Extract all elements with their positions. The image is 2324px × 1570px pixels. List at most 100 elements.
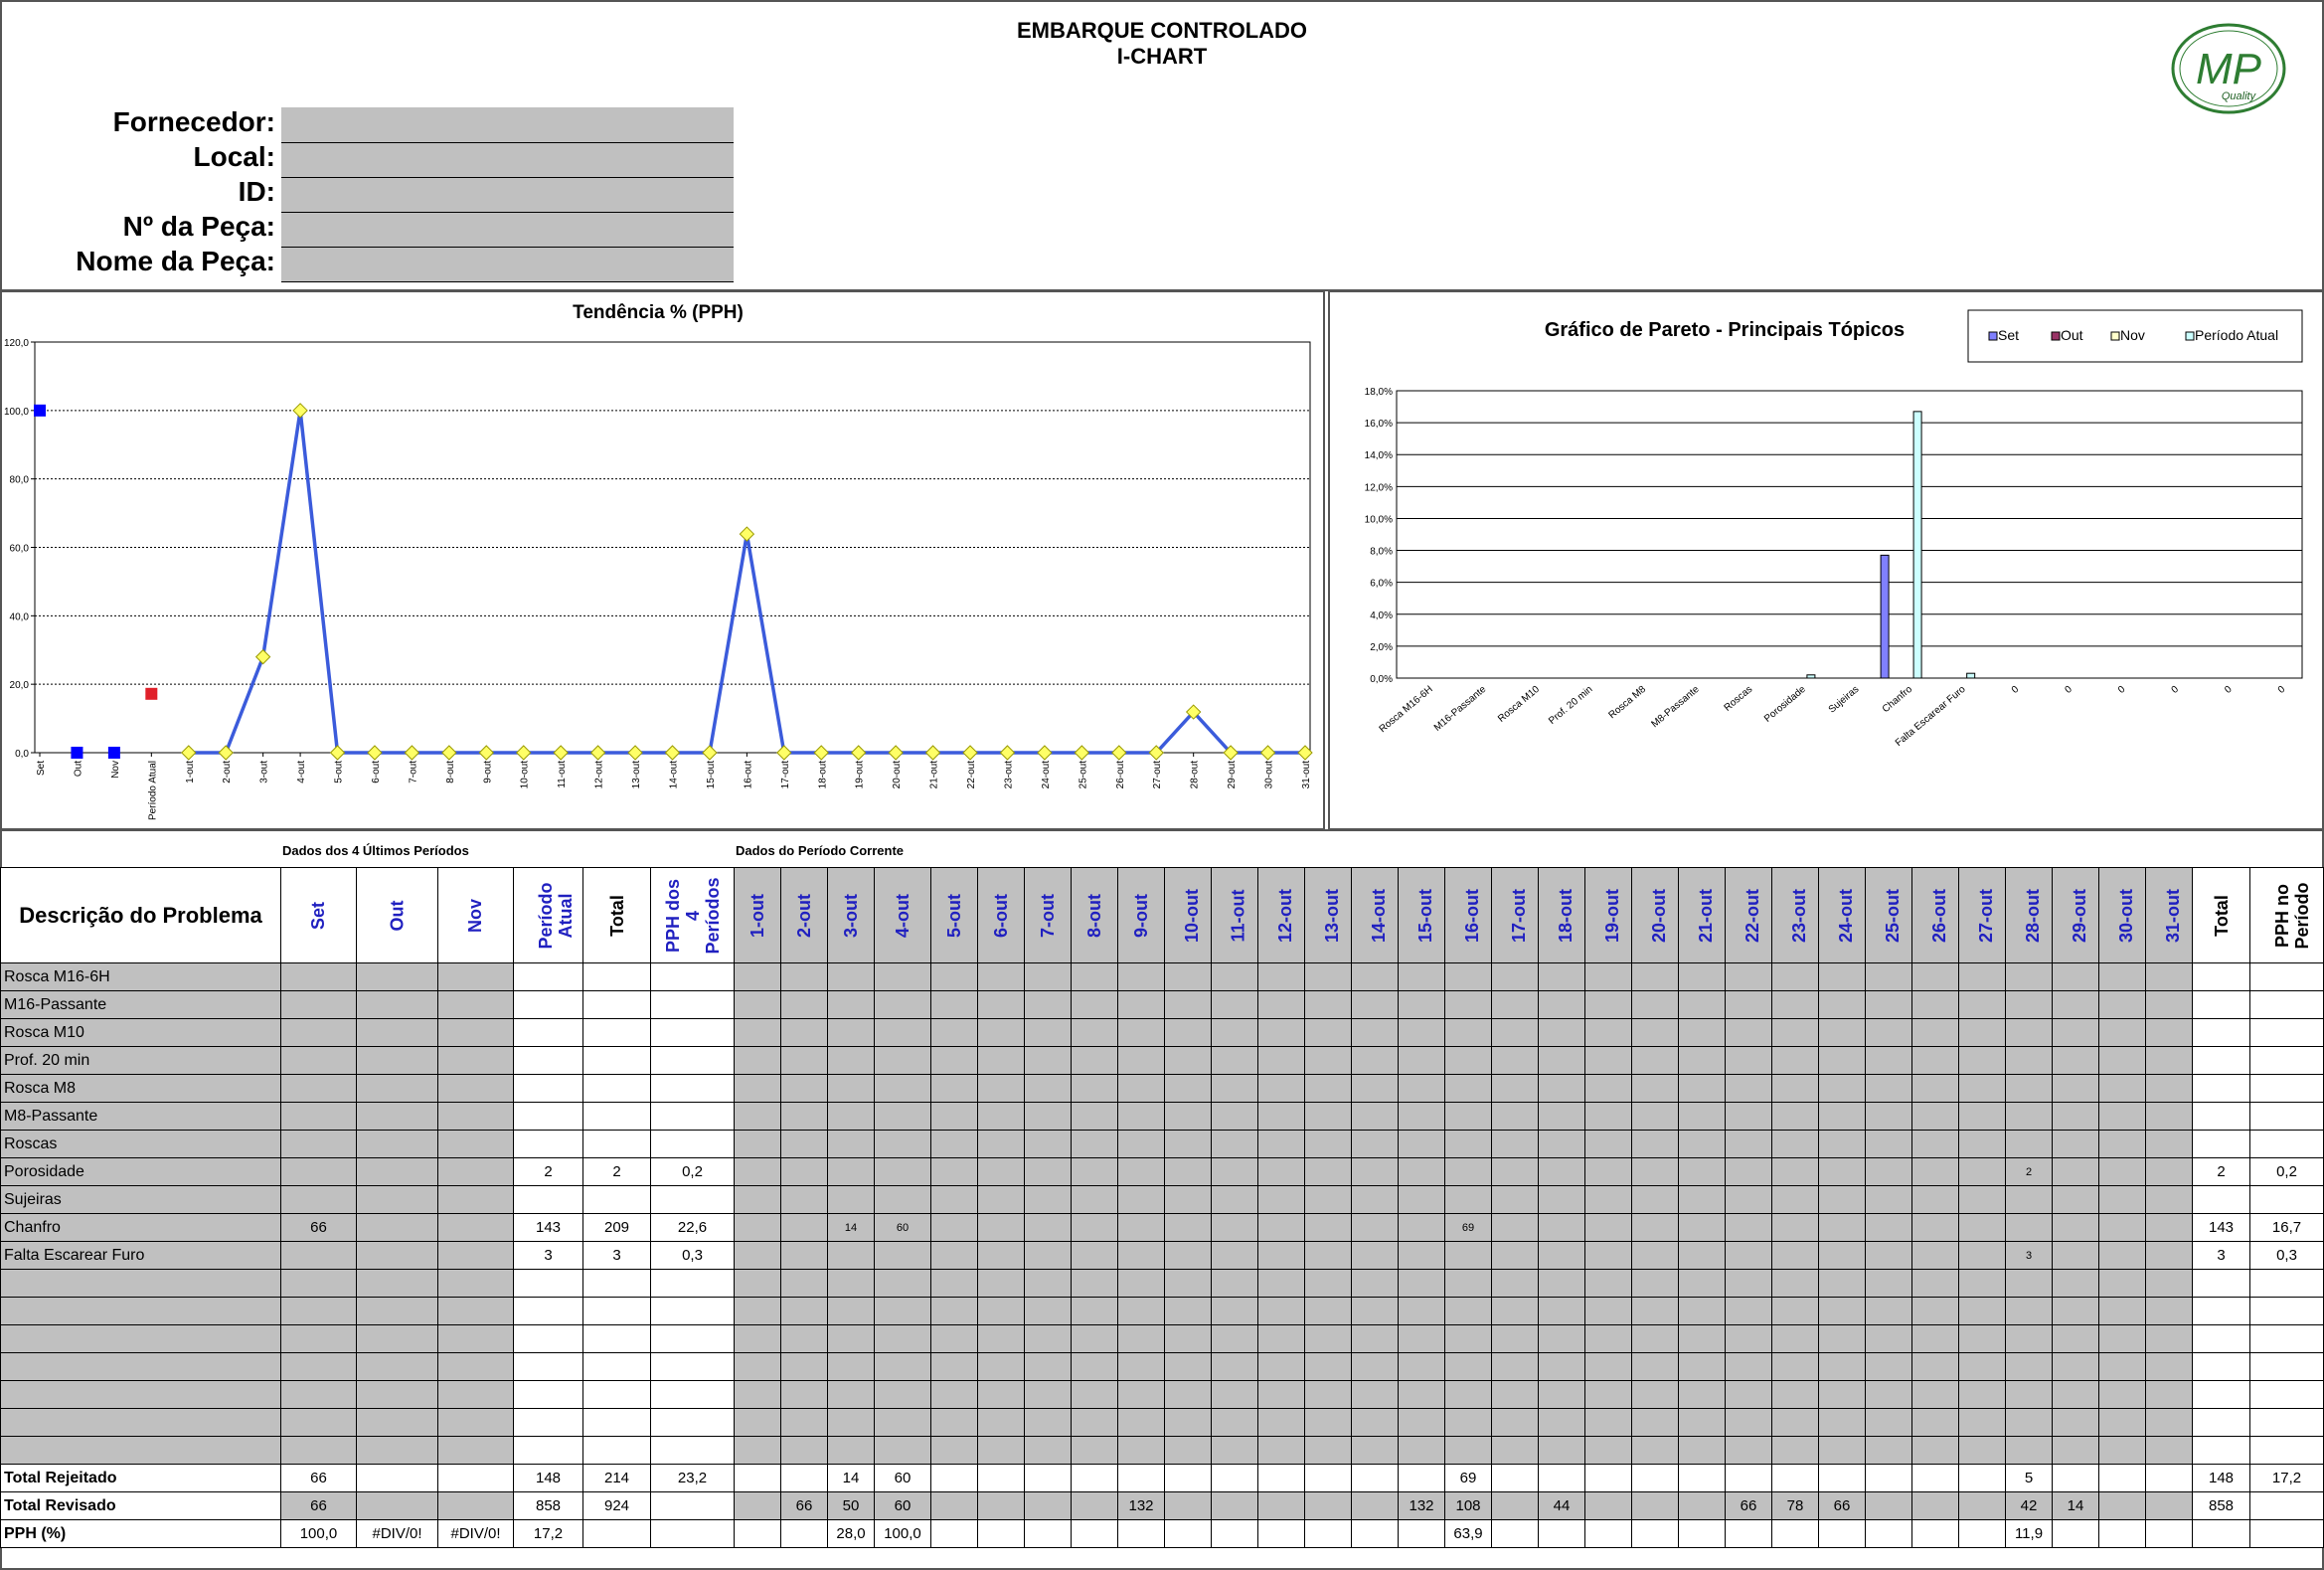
day-cell	[734, 1241, 781, 1270]
hist-cell	[513, 1102, 583, 1131]
end-cell	[2249, 962, 2324, 991]
day-cell	[1818, 1408, 1866, 1437]
day-cell	[977, 990, 1025, 1019]
day-cell	[1398, 1519, 1445, 1548]
day-cell	[930, 1380, 978, 1409]
day-cell	[1491, 1102, 1539, 1131]
hist-cell	[280, 1269, 357, 1298]
day-cell	[2098, 1185, 2146, 1214]
day-cell: 14	[2052, 1491, 2099, 1520]
day-cell	[1351, 1380, 1399, 1409]
end-cell	[2192, 1046, 2250, 1075]
field-fornecedor[interactable]	[281, 107, 734, 143]
day-cell	[977, 1130, 1025, 1158]
day-cell	[930, 1519, 978, 1548]
day-cell	[1024, 1491, 1072, 1520]
day-header: 6-out	[977, 867, 1025, 963]
day-cell	[1865, 1102, 1912, 1131]
day-cell	[1024, 1018, 1072, 1047]
day-cell	[1257, 1352, 1305, 1381]
field-numero-peca[interactable]	[281, 213, 734, 248]
day-cell	[1351, 1297, 1399, 1325]
day-cell	[1538, 1185, 1585, 1214]
day-cell	[734, 1213, 781, 1242]
day-header-label: 20-out	[1649, 888, 1669, 943]
day-cell	[827, 1018, 875, 1047]
hist-cell	[437, 1464, 514, 1492]
day-cell	[1725, 1408, 1772, 1437]
day-cell	[1538, 1352, 1585, 1381]
day-cell	[1865, 1464, 1912, 1492]
hist-cell	[650, 962, 735, 991]
day-cell	[734, 1436, 781, 1465]
hist-cell	[356, 1491, 438, 1520]
hist-cell	[513, 990, 583, 1019]
pph-row: PPH (%) 100,0 #DIV/0! #DIV/0! 17,2 28,0 100,0 6…	[0, 1519, 2324, 1548]
day-cell	[1958, 1157, 2006, 1186]
field-local[interactable]	[281, 143, 734, 178]
day-cell	[874, 1157, 931, 1186]
day-cell	[2145, 1130, 2193, 1158]
day-cell	[1958, 1464, 2006, 1492]
field-nome-peca[interactable]	[281, 248, 734, 282]
pareto-plot-area	[1396, 390, 2303, 679]
day-cell	[1351, 1324, 1399, 1353]
day-cell	[1538, 1269, 1585, 1298]
day-cell	[1631, 1408, 1679, 1437]
day-cell	[1771, 1519, 1819, 1548]
day-cell	[977, 1380, 1025, 1409]
day-cell	[1257, 1074, 1305, 1103]
hist-cell	[356, 1018, 438, 1047]
day-cell	[1164, 1046, 1212, 1075]
trend-xtick-label: 29-out	[1227, 761, 1238, 789]
day-cell	[1818, 1241, 1866, 1270]
hist-cell	[650, 1491, 735, 1520]
hist-cell	[650, 1408, 735, 1437]
row-label: Rosca M8	[0, 1074, 281, 1103]
row-label	[0, 1352, 281, 1381]
field-id[interactable]	[281, 178, 734, 213]
day-cell	[1818, 1018, 1866, 1047]
day-cell	[1117, 1352, 1165, 1381]
day-cell	[1631, 1130, 1679, 1158]
hist-header: PPH dos 4 Períodos	[650, 867, 735, 963]
trend-ytick-label: 40,0	[10, 611, 30, 622]
day-cell	[2145, 1380, 2193, 1409]
day-cell	[1211, 1519, 1258, 1548]
day-cell	[1491, 962, 1539, 991]
hist-cell	[582, 1380, 651, 1409]
day-cell	[1631, 1046, 1679, 1075]
day-header: 30-out	[2098, 867, 2146, 963]
end-cell	[2249, 1519, 2324, 1548]
day-cell	[1351, 1491, 1399, 1520]
day-cell	[2052, 1519, 2099, 1548]
hist-cell	[437, 1352, 514, 1381]
hist-header: Total	[582, 867, 651, 963]
day-cell	[1398, 1297, 1445, 1325]
end-cell	[2192, 1018, 2250, 1047]
hist-cell	[356, 1130, 438, 1158]
hist-cell	[650, 1297, 735, 1325]
day-cell	[1117, 1018, 1165, 1047]
day-cell	[2052, 990, 2099, 1019]
day-cell	[1257, 1464, 1305, 1492]
day-cell	[780, 1018, 828, 1047]
row-label: PPH (%)	[0, 1519, 281, 1548]
day-cell	[1351, 1519, 1399, 1548]
day-cell	[1211, 1157, 1258, 1186]
hist-cell	[582, 962, 651, 991]
day-cell: 5	[2005, 1464, 2053, 1492]
day-cell	[1071, 1269, 1118, 1298]
day-cell	[977, 1213, 1025, 1242]
table-header-row: Descrição do Problema Set Out Nov Período At…	[0, 867, 2324, 963]
day-cell	[2145, 1297, 2193, 1325]
hist-cell	[280, 1130, 357, 1158]
day-header: 12-out	[1257, 867, 1305, 963]
day-cell: 60	[874, 1464, 931, 1492]
day-cell	[1351, 1436, 1399, 1465]
day-cell	[1024, 1046, 1072, 1075]
day-cell	[2145, 1324, 2193, 1353]
day-cell	[1865, 1241, 1912, 1270]
day-cell	[1351, 1185, 1399, 1214]
hist-header-label: Nov	[465, 898, 486, 933]
